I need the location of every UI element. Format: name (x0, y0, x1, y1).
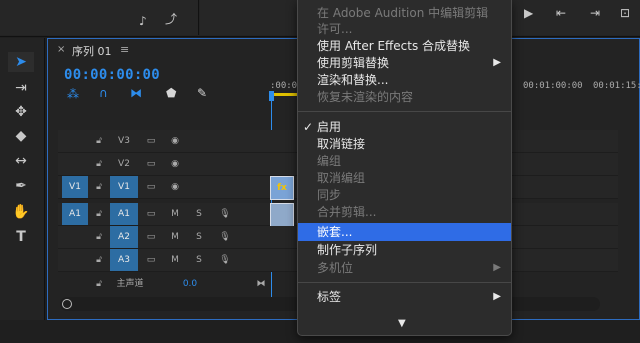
sync-lock-icon[interactable]: ▭ (144, 153, 158, 175)
track-name-v1[interactable]: V1 (110, 176, 138, 198)
lock-icon[interactable]: 🔓︎ (93, 273, 105, 295)
selection-tool-icon[interactable]: ➤ (8, 52, 34, 72)
checkmark-icon: ✓ (303, 120, 314, 134)
submenu-arrow-icon: ▶ (493, 57, 501, 68)
menu-item-nest[interactable]: 嵌套... (298, 223, 511, 241)
menu-item-license[interactable]: 许可... (298, 20, 511, 38)
audio-clip[interactable] (270, 203, 294, 227)
track-name-a2[interactable]: A2 (110, 226, 138, 248)
track-select-tool-icon[interactable]: ⇥ (8, 78, 34, 98)
hand-tool-icon[interactable]: ✋ (8, 202, 34, 222)
menu-item-restore-unrendered[interactable]: 恢复未渲染的内容 (298, 88, 511, 106)
program-monitor-left (200, 0, 297, 35)
nest-toggle-icon[interactable]: ⁂ (67, 87, 79, 101)
step-back-icon[interactable]: ⇤ (556, 6, 566, 20)
program-monitor-controls: ▶ ⇤ ⇥ ⊡ (512, 0, 640, 35)
submenu-arrow-icon: ▶ (493, 262, 501, 273)
solo-button[interactable]: S (192, 203, 206, 225)
menu-item-render-replace[interactable]: 渲染和替换... (298, 71, 511, 89)
step-forward-icon[interactable]: ⇥ (590, 6, 600, 20)
pen-tool-icon[interactable]: ✒ (8, 176, 34, 196)
play-icon[interactable]: ▶ (524, 6, 533, 20)
menu-separator (298, 111, 511, 112)
eye-icon[interactable]: ◉ (168, 130, 182, 152)
master-track-label: 主声道 (116, 279, 144, 289)
ruler-label-1: 00:01:00:00 (523, 81, 583, 91)
playhead-timecode[interactable]: 00:00:00:00 (64, 67, 160, 83)
mute-button[interactable]: M (168, 249, 182, 271)
menu-item-group[interactable]: 编组 (298, 152, 511, 170)
music-note-icon[interactable]: ♪ (139, 14, 147, 28)
sync-lock-icon[interactable]: ▭ (144, 130, 158, 152)
source-patch-v1[interactable]: V1 (62, 176, 88, 198)
source-monitor-controls: ♪ ⤴ (0, 0, 199, 35)
solo-button[interactable]: S (192, 249, 206, 271)
track-name-v2[interactable]: V2 (112, 153, 136, 175)
menu-item-merge-clips[interactable]: 合并剪辑... (298, 203, 511, 221)
submenu-arrow-icon: ▶ (493, 291, 501, 302)
go-to-in-out-icon[interactable]: ⧓ (254, 273, 268, 295)
export-icon[interactable]: ⤴ (165, 12, 177, 26)
ripple-edit-tool-icon[interactable]: ✥ (8, 102, 34, 122)
sync-lock-icon[interactable]: ▭ (144, 249, 158, 271)
track-name-a1[interactable]: A1 (110, 203, 138, 225)
eye-icon[interactable]: ◉ (168, 153, 182, 175)
menu-separator (298, 282, 511, 283)
lock-icon[interactable]: 🔓︎ (93, 203, 105, 225)
menu-item-synchronize[interactable]: 同步 (298, 186, 511, 204)
close-tab-icon[interactable]: × (57, 44, 65, 55)
microphone-icon[interactable]: 🎙︎ (218, 203, 232, 225)
eye-icon[interactable]: ◉ (168, 176, 182, 198)
lock-icon[interactable]: 🔓︎ (93, 249, 105, 271)
timeline-settings-icon[interactable]: ✎ (197, 86, 207, 100)
track-name-a3[interactable]: A3 (110, 249, 138, 271)
fx-badge: fx (277, 183, 287, 193)
playhead-handle[interactable] (269, 91, 274, 101)
menu-item-make-subsequence[interactable]: 制作子序列 (298, 241, 511, 259)
menu-item-multi-camera[interactable]: 多机位 ▶ (298, 259, 511, 277)
sync-lock-icon[interactable]: ▭ (144, 203, 158, 225)
menu-item-replace-with-ae[interactable]: 使用 After Effects 合成替换 (298, 37, 511, 55)
add-marker-icon[interactable]: ⬟ (166, 86, 176, 100)
ruler-label-2: 00:01:15:0 (593, 81, 640, 91)
track-name-v3[interactable]: V3 (112, 130, 136, 152)
scroll-down-arrow-icon[interactable]: ▼ (398, 318, 406, 329)
video-clip[interactable]: fx (270, 176, 294, 200)
razor-tool-icon[interactable]: ◆ (8, 126, 34, 146)
export-frame-icon[interactable]: ⊡ (620, 6, 630, 20)
snap-icon[interactable]: ∩ (99, 86, 108, 100)
mute-button[interactable]: M (168, 203, 182, 225)
menu-item-replace-with-clip[interactable]: 使用剪辑替换 ▶ (298, 54, 511, 72)
menu-item-enable[interactable]: ✓ 启用 (298, 118, 511, 136)
linked-selection-icon[interactable]: ⧓ (130, 86, 142, 100)
sync-lock-icon[interactable]: ▭ (144, 176, 158, 198)
slip-tool-icon[interactable]: ↔ (8, 151, 34, 171)
microphone-icon[interactable]: 🎙︎ (218, 226, 232, 248)
menu-item-ungroup[interactable]: 取消编组 (298, 169, 511, 187)
scroll-handle-left[interactable] (62, 299, 72, 309)
solo-button[interactable]: S (192, 226, 206, 248)
menu-item-unlink[interactable]: 取消链接 (298, 135, 511, 153)
tools-panel: ➤ ⇥ ✥ ◆ ↔ ✒ ✋ T (0, 38, 45, 320)
sync-lock-icon[interactable]: ▭ (144, 226, 158, 248)
lock-icon[interactable]: 🔓︎ (93, 130, 105, 152)
microphone-icon[interactable]: 🎙︎ (218, 249, 232, 271)
context-menu: 在 Adobe Audition 中编辑剪辑 许可... 使用 After Ef… (297, 0, 512, 336)
tab-menu-icon[interactable]: ≡ (120, 43, 129, 56)
lock-icon[interactable]: 🔓︎ (93, 176, 105, 198)
menu-item-label[interactable]: 标签 ▶ (298, 288, 511, 306)
sequence-tab[interactable]: 序列 01 (72, 43, 112, 59)
type-tool-icon[interactable]: T (8, 227, 34, 247)
master-volume-value[interactable]: 0.0 (180, 273, 200, 295)
mute-button[interactable]: M (168, 226, 182, 248)
source-patch-a1[interactable]: A1 (62, 203, 88, 225)
lock-icon[interactable]: 🔓︎ (93, 153, 105, 175)
lock-icon[interactable]: 🔓︎ (93, 226, 105, 248)
